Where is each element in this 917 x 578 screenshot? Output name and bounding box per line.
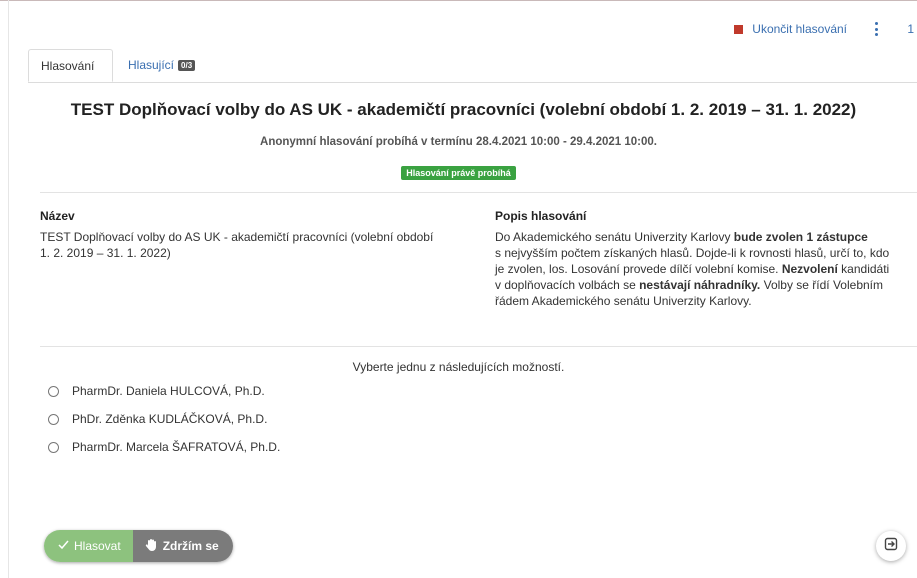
radio-button[interactable] [48, 413, 59, 425]
poll-subtitle: Anonymní hlasování probíhá v termínu 28.… [260, 136, 657, 148]
logout-icon [884, 537, 898, 556]
top-border [0, 0, 917, 1]
end-vote-button[interactable]: Ukončit hlasování [734, 22, 847, 36]
poll-title: TEST Doplňovací volby do AS UK - akademi… [70, 100, 857, 119]
choose-instruction: Vyberte jednu z následujících možností. [352, 360, 565, 374]
abstain-button[interactable]: Zdržím se [132, 530, 233, 562]
option-label: PharmDr. Daniela HULCOVÁ, Ph.D. [72, 384, 265, 398]
option-kudlackova[interactable]: PhDr. Zděnka KUDLÁČKOVÁ, Ph.D. [48, 412, 267, 426]
left-border [8, 0, 9, 578]
voters-count-badge: 0/3 [178, 60, 196, 71]
hand-icon [145, 538, 158, 555]
option-safratova[interactable]: PharmDr. Marcela ŠAFRATOVÁ, Ph.D. [48, 440, 280, 454]
option-hulcova[interactable]: PharmDr. Daniela HULCOVÁ, Ph.D. [48, 384, 265, 398]
kebab-icon[interactable] [875, 22, 879, 36]
vote-button-group: Hlasovat Zdržím se [44, 530, 233, 562]
check-icon [58, 539, 69, 553]
radio-button[interactable] [48, 385, 59, 397]
description-value: Do Akademického senátu Univerzity Karlov… [495, 230, 890, 308]
vote-button[interactable]: Hlasovat [44, 530, 133, 562]
divider [40, 346, 917, 347]
option-label: PharmDr. Marcela ŠAFRATOVÁ, Ph.D. [72, 440, 281, 454]
logout-button[interactable] [876, 531, 906, 561]
tab-voters[interactable]: Hlasující 0/3 [116, 49, 207, 82]
name-label: Název [40, 209, 75, 223]
end-vote-label: Ukončit hlasování [752, 22, 847, 36]
stop-square-icon [734, 24, 744, 34]
tab-voting[interactable]: Hlasování [28, 49, 113, 82]
vote-label: Hlasovat [74, 539, 121, 553]
radio-button[interactable] [48, 441, 59, 453]
description-label: Popis hlasování [495, 209, 587, 223]
abstain-label: Zdržím se [162, 539, 219, 553]
divider [40, 192, 917, 193]
cut-off-number: 1 [907, 22, 914, 36]
tab-voting-label: Hlasování [41, 59, 95, 73]
tab-voters-label: Hlasující [128, 58, 175, 72]
option-label: PhDr. Zděnka KUDLÁČKOVÁ, Ph.D. [72, 412, 268, 426]
tab-bar: Hlasování Hlasující 0/3 [28, 49, 917, 83]
status-badge: Hlasování právě probíhá [401, 166, 516, 180]
name-value: TEST Doplňovací volby do AS UK - akademi… [40, 230, 434, 260]
